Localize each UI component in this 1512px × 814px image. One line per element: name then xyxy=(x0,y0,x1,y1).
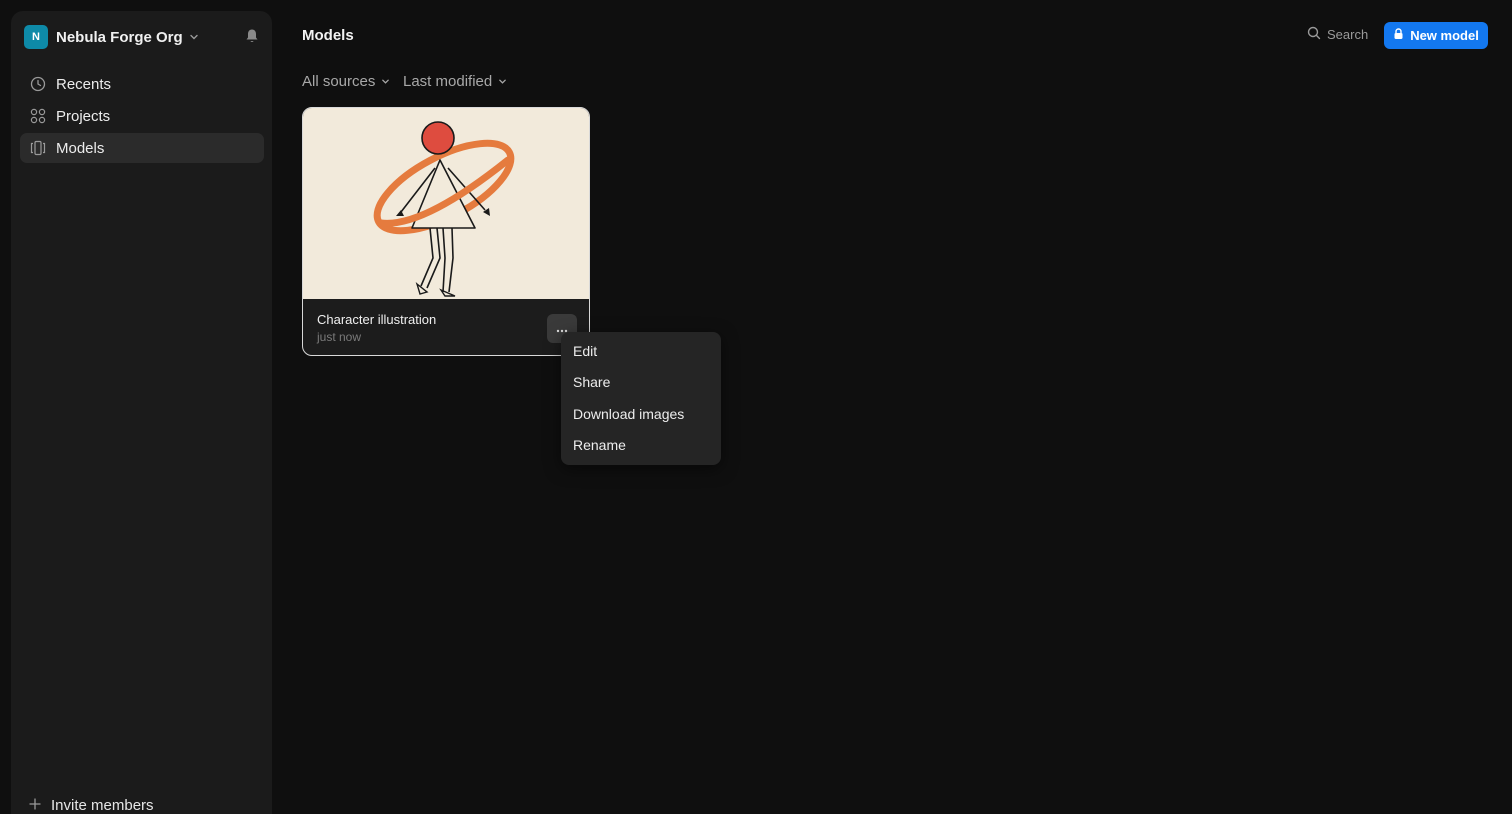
sidebar-item-models[interactable]: Models xyxy=(20,133,264,163)
sidebar-nav: Recents Projects Models xyxy=(20,69,264,165)
sidebar-item-label: Recents xyxy=(56,75,112,93)
invite-members-label: Invite members xyxy=(51,797,154,814)
menu-item-download-images[interactable]: Download images xyxy=(561,398,721,430)
grid-icon xyxy=(30,108,46,124)
plus-icon xyxy=(29,797,41,814)
app-root: N Nebula Forge Org Recents Projects Mode… xyxy=(0,0,1512,814)
sidebar-item-recents[interactable]: Recents xyxy=(20,69,264,99)
lock-icon xyxy=(1393,28,1404,43)
sidebar: N Nebula Forge Org Recents Projects Mode… xyxy=(11,11,272,814)
new-model-button[interactable]: New model xyxy=(1384,22,1488,49)
org-switcher[interactable]: N Nebula Forge Org xyxy=(24,24,259,50)
chevron-down-icon xyxy=(189,32,199,42)
model-card[interactable]: Character illustration just now xyxy=(302,107,590,356)
page-title: Models xyxy=(302,27,354,44)
model-icon xyxy=(30,140,46,156)
character-illustration-image xyxy=(373,121,515,297)
menu-item-share[interactable]: Share xyxy=(561,367,721,399)
menu-item-rename[interactable]: Rename xyxy=(561,430,721,462)
sort-label: Last modified xyxy=(403,73,493,90)
org-name: Nebula Forge Org xyxy=(56,28,183,46)
search-button[interactable]: Search xyxy=(1307,26,1368,43)
sort-dropdown[interactable]: Last modified xyxy=(403,73,507,90)
menu-item-edit[interactable]: Edit xyxy=(561,335,721,367)
chevron-down-icon xyxy=(381,73,390,90)
model-timestamp: just now xyxy=(317,330,362,344)
clock-icon xyxy=(30,76,46,92)
chevron-down-icon xyxy=(498,73,507,90)
sidebar-item-label: Models xyxy=(56,139,105,157)
model-title: Character illustration xyxy=(317,312,437,327)
bell-icon[interactable] xyxy=(245,28,259,49)
source-filter-dropdown[interactable]: All sources xyxy=(302,73,390,90)
context-menu: Edit Share Download images Rename xyxy=(561,332,721,465)
source-filter-label: All sources xyxy=(302,73,376,90)
sidebar-item-label: Projects xyxy=(56,107,111,125)
org-avatar: N xyxy=(24,25,48,49)
invite-members-button[interactable]: Invite members xyxy=(29,797,154,814)
search-label: Search xyxy=(1327,27,1369,42)
search-icon xyxy=(1307,26,1321,43)
sidebar-item-projects[interactable]: Projects xyxy=(20,101,264,131)
model-thumbnail xyxy=(303,108,589,299)
new-model-label: New model xyxy=(1410,28,1479,43)
